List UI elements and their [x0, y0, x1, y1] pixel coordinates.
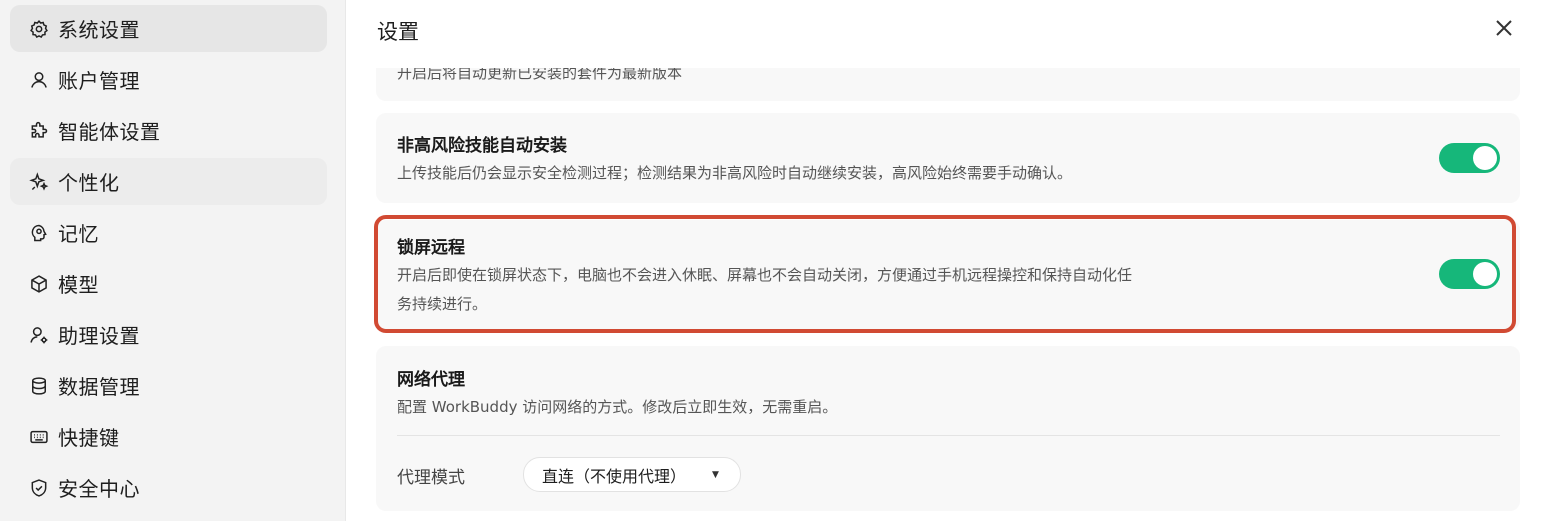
sidebar: 系统设置 账户管理 智能体设置 个性化 记忆 模型 助理设置 数据管理 快捷键 …	[0, 0, 346, 521]
keyboard-icon	[28, 426, 50, 448]
sidebar-item-model[interactable]: 模型	[10, 260, 327, 307]
card-title: 锁屏远程	[397, 238, 465, 258]
proxy-mode-value: 直连（不使用代理）	[542, 466, 687, 486]
card-description: 上传技能后仍会显示安全检测过程；检测结果为非高风险时自动继续安装，高风险始终需要…	[397, 164, 1073, 182]
cube-icon	[28, 273, 50, 295]
card-title: 网络代理	[397, 370, 465, 390]
divider	[397, 435, 1500, 436]
sidebar-item-label: 智能体设置	[58, 120, 161, 144]
sidebar-item-label: 系统设置	[58, 18, 140, 42]
proxy-mode-label: 代理模式	[397, 468, 465, 488]
auto-install-toggle[interactable]	[1439, 143, 1500, 173]
card-description: 配置 WorkBuddy 访问网络的方式。修改后立即生效，无需重启。	[397, 398, 838, 416]
sidebar-item-assistant-settings[interactable]: 助理设置	[10, 311, 327, 358]
sidebar-item-label: 数据管理	[58, 375, 140, 399]
scroll-mask	[376, 48, 1520, 68]
sidebar-item-system-settings[interactable]: 系统设置	[10, 5, 327, 52]
user-icon	[28, 69, 50, 91]
sidebar-item-label: 模型	[58, 273, 99, 297]
auto-install-card: 非高风险技能自动安装 上传技能后仍会显示安全检测过程；检测结果为非高风险时自动继…	[376, 113, 1520, 203]
sidebar-item-account[interactable]: 账户管理	[10, 56, 327, 103]
sidebar-item-label: 记忆	[58, 222, 99, 246]
sidebar-item-security-center[interactable]: 安全中心	[10, 464, 327, 511]
shield-icon	[28, 477, 50, 499]
sidebar-item-label: 安全中心	[58, 477, 140, 501]
lock-screen-remote-card: 锁屏远程 开启后即使在锁屏状态下，电脑也不会进入休眠、屏幕也不会自动关闭，方便通…	[376, 220, 1520, 330]
sidebar-item-data-management[interactable]: 数据管理	[10, 362, 327, 409]
sidebar-item-label: 账户管理	[58, 69, 140, 93]
brain-icon	[28, 222, 50, 244]
sidebar-item-agent-settings[interactable]: 智能体设置	[10, 107, 327, 154]
sparkle-icon	[28, 171, 50, 193]
proxy-mode-select[interactable]: 直连（不使用代理） ▼	[523, 457, 741, 492]
sidebar-item-memory[interactable]: 记忆	[10, 209, 327, 256]
page-title: 设置	[377, 20, 419, 44]
close-button[interactable]	[1490, 16, 1518, 44]
sidebar-item-personalization[interactable]: 个性化	[10, 158, 327, 205]
card-description-line1: 开启后即使在锁屏状态下，电脑也不会进入休眠、屏幕也不会自动关闭，方便通过手机远程…	[397, 266, 1133, 284]
caret-down-icon: ▼	[712, 470, 719, 480]
sidebar-item-shortcuts[interactable]: 快捷键	[10, 413, 327, 460]
sidebar-item-label: 快捷键	[58, 426, 120, 450]
sidebar-item-label: 个性化	[58, 171, 120, 195]
sidebar-item-label: 助理设置	[58, 324, 140, 348]
toggle-knob	[1473, 262, 1497, 286]
toggle-knob	[1473, 146, 1497, 170]
database-icon	[28, 375, 50, 397]
settings-panel: 设置 开启后将自动更新已安装的套件为最新版本 非高风险技能自动安装 上传技能后仍…	[346, 0, 1546, 521]
puzzle-icon	[28, 120, 50, 142]
gear-icon	[28, 18, 50, 40]
user-gear-icon	[28, 324, 50, 346]
card-description-line2: 务持续进行。	[397, 295, 488, 313]
network-proxy-card: 网络代理 配置 WorkBuddy 访问网络的方式。修改后立即生效，无需重启。 …	[376, 346, 1520, 511]
close-icon	[1495, 19, 1513, 41]
card-title: 非高风险技能自动安装	[397, 136, 567, 156]
lock-screen-remote-toggle[interactable]	[1439, 259, 1500, 289]
